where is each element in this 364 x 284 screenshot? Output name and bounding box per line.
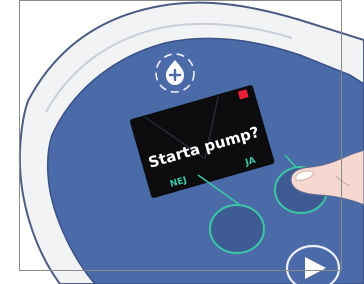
illustration-frame: Starta pump? NEJ JA	[0, 0, 364, 284]
pump-device-illustration: Starta pump? NEJ JA	[18, 1, 364, 284]
play-button[interactable]	[285, 244, 341, 284]
softkey-button-nej[interactable]	[209, 204, 265, 254]
